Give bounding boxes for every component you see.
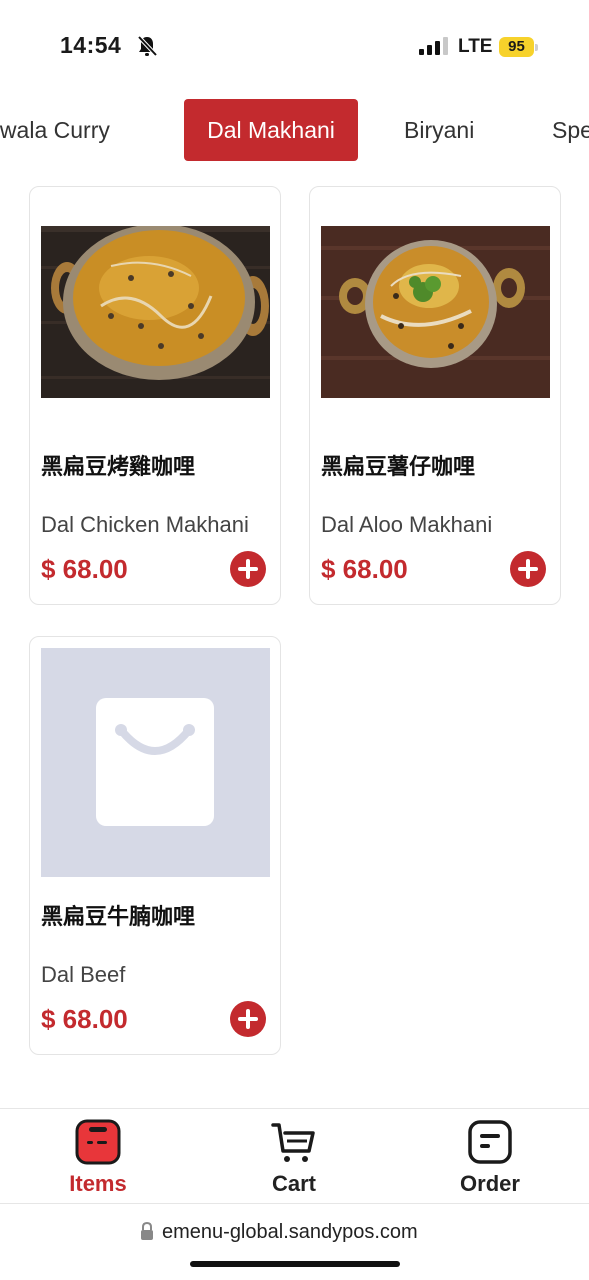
product-card[interactable]: 黑扁豆牛腩咖哩 Dal Beef $ 68.00	[29, 636, 281, 1055]
product-price: $ 68.00	[41, 554, 128, 584]
add-to-cart-button[interactable]	[230, 1001, 266, 1037]
cart-icon	[271, 1123, 315, 1162]
browser-url-bar[interactable]: emenu-global.sandypos.com	[0, 1205, 589, 1280]
status-time: 14:54	[60, 32, 122, 58]
nav-cart-tab[interactable]: Cart	[234, 1109, 354, 1203]
url-text[interactable]: emenu-global.sandypos.com	[162, 1221, 418, 1244]
product-name-english: Dal Beef	[41, 962, 126, 987]
bell-muted-icon	[137, 35, 157, 57]
home-indicator	[190, 1261, 400, 1267]
product-name-chinese: 黑扁豆牛腩咖哩	[41, 905, 196, 930]
nav-cart-label: Cart	[271, 1171, 316, 1196]
product-price: $ 68.00	[321, 554, 408, 584]
product-name-chinese: 黑扁豆薯仔咖哩	[321, 455, 476, 480]
battery-level: 95	[508, 38, 525, 55]
nav-order-tab[interactable]: Order	[430, 1109, 550, 1203]
nav-items-label: Items	[69, 1171, 127, 1196]
add-to-cart-button[interactable]	[510, 551, 546, 587]
category-tab-bhindiwala-curry[interactable]: Bhindiwala Curry	[0, 99, 110, 161]
product-card[interactable]: 黑扁豆烤雞咖哩 Dal Chicken Makhani $ 68.00	[29, 186, 281, 605]
nav-order-label: Order	[460, 1171, 520, 1196]
product-name-chinese: 黑扁豆烤雞咖哩	[41, 455, 196, 480]
product-price: $ 68.00	[41, 1004, 128, 1034]
status-bar: 14:54 LTE 95	[0, 0, 589, 90]
shopping-bag-icon	[96, 698, 214, 826]
nav-items-tab[interactable]: Items	[38, 1109, 158, 1203]
category-tab-dal-makhani[interactable]: Dal Makhani	[184, 99, 358, 161]
cellular-signal-icon	[419, 37, 448, 55]
category-tabs[interactable]: Bhindiwala Curry Dal Makhani Biryani Spe…	[0, 99, 589, 162]
battery-icon: 95	[499, 37, 539, 57]
add-to-cart-button[interactable]	[230, 551, 266, 587]
bottom-navigation: Items Cart Order	[0, 1108, 589, 1204]
network-type: LTE	[458, 36, 493, 57]
product-image[interactable]	[41, 226, 270, 398]
items-icon	[75, 1119, 121, 1165]
product-image[interactable]	[321, 226, 550, 398]
category-tab-special[interactable]: Special	[552, 99, 589, 161]
product-name-english: Dal Chicken Makhani	[41, 512, 249, 537]
product-image-placeholder[interactable]	[41, 648, 270, 877]
lock-icon	[141, 1222, 153, 1240]
product-name-english: Dal Aloo Makhani	[321, 512, 493, 537]
category-tab-biryani[interactable]: Biryani	[404, 99, 474, 161]
order-icon	[468, 1120, 512, 1164]
product-card[interactable]: 黑扁豆薯仔咖哩 Dal Aloo Makhani $ 68.00	[309, 186, 561, 605]
